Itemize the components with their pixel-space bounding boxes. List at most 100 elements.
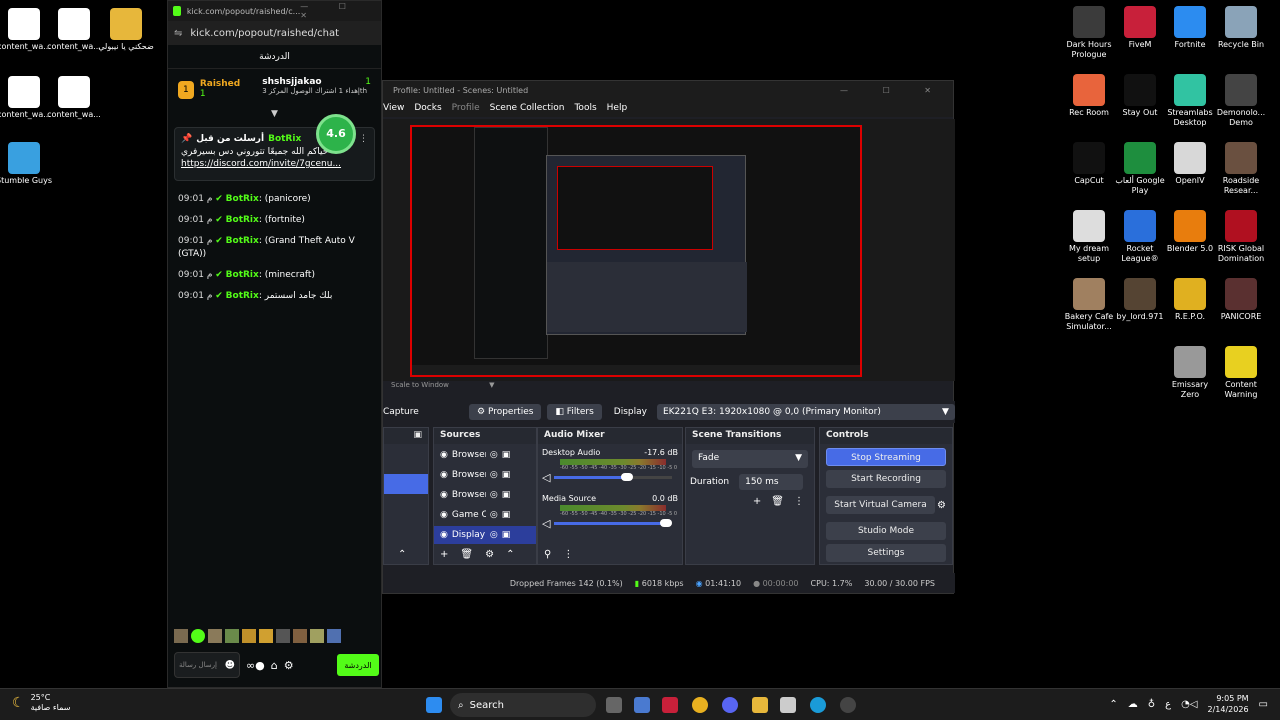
- add-source-icon[interactable]: +: [440, 549, 448, 560]
- scale-dropdown[interactable]: Scale to Window ▼: [391, 381, 495, 389]
- emote-icon[interactable]: [225, 629, 239, 643]
- desktop-icon[interactable]: PANICORE: [1213, 278, 1269, 322]
- link-icon[interactable]: ⚲: [544, 549, 551, 560]
- gear-icon[interactable]: ⚙: [485, 549, 494, 560]
- gear-icon[interactable]: ⚙: [937, 500, 946, 511]
- top-user-name[interactable]: Raished: [200, 79, 240, 89]
- trash-icon[interactable]: 🗑: [460, 549, 473, 560]
- chrome-icon[interactable]: [692, 697, 708, 713]
- preview-canvas[interactable]: [410, 125, 862, 377]
- desktop-icon[interactable]: RISK Global Domination: [1213, 210, 1269, 264]
- source-item[interactable]: ◉ Browser ◎ ▣: [434, 466, 536, 484]
- desktop-icon[interactable]: by_lord.971: [1112, 278, 1168, 322]
- desktop-icon[interactable]: Bakery Cafe Simulator...: [1061, 278, 1117, 332]
- desktop-icon[interactable]: Rocket League®: [1112, 210, 1168, 264]
- task-view-icon[interactable]: [606, 697, 622, 713]
- volume-knob[interactable]: [621, 473, 634, 481]
- message-sender[interactable]: BotRix: [226, 270, 259, 280]
- message-sender[interactable]: BotRix: [226, 194, 259, 204]
- more-options-icon[interactable]: ⋮: [359, 134, 368, 144]
- gear-icon[interactable]: ⚙: [284, 659, 294, 672]
- scenes-up-icon[interactable]: ⌃: [398, 549, 406, 560]
- desktop-icon[interactable]: R.E.P.O.: [1162, 278, 1218, 322]
- menu-item-view[interactable]: View: [383, 103, 404, 113]
- emote-icon[interactable]: [276, 629, 290, 643]
- more-icon[interactable]: ⋮: [563, 549, 573, 560]
- scene-item-selected[interactable]: [384, 474, 428, 494]
- desktop-icon[interactable]: Stumble Guys: [0, 142, 52, 186]
- language-indicator[interactable]: ع: [1165, 699, 1171, 710]
- desktop-icon[interactable]: Rec Room: [1061, 74, 1117, 118]
- menu-item-help[interactable]: Help: [607, 103, 628, 113]
- network-icon[interactable]: ☁: [1128, 699, 1138, 710]
- emoji-icon[interactable]: ☻: [225, 660, 235, 671]
- second-user-name[interactable]: shshsjjakao: [262, 77, 321, 87]
- desktop-icon[interactable]: OpenIV: [1162, 142, 1218, 186]
- eye-icon[interactable]: ◎: [490, 510, 498, 520]
- discord-icon[interactable]: [722, 697, 738, 713]
- display-select[interactable]: EK221Q E3: 1920x1080 @ 0,0 (Primary Moni…: [656, 404, 955, 420]
- windows-start-icon[interactable]: [426, 697, 442, 713]
- message-sender[interactable]: BotRix: [226, 215, 259, 225]
- message-sender[interactable]: BotRix: [226, 236, 259, 246]
- source-item[interactable]: ◉ Browser ◎ ▣: [434, 486, 536, 504]
- lock-icon[interactable]: ▣: [502, 470, 511, 480]
- mic-icon[interactable]: ♁: [1148, 699, 1155, 710]
- desktop-icon[interactable]: ضحكني يا نيبولي: [98, 8, 154, 52]
- up-icon[interactable]: ⌃: [506, 549, 514, 560]
- eye-icon[interactable]: ◎: [490, 530, 498, 540]
- desktop-icon[interactable]: content_wa...: [0, 8, 52, 52]
- desktop-icon[interactable]: Stay Out: [1112, 74, 1168, 118]
- settings-button[interactable]: Settings: [826, 544, 946, 562]
- desktop-icon[interactable]: FiveM: [1112, 6, 1168, 50]
- desktop-icon[interactable]: Roadside Resear...: [1213, 142, 1269, 196]
- obs-preview[interactable]: Scale to Window ▼: [383, 119, 955, 389]
- site-info-icon[interactable]: ⇋: [174, 28, 182, 39]
- lock-icon[interactable]: ▣: [502, 530, 511, 540]
- obs-icon[interactable]: [840, 697, 856, 713]
- desktop-icon[interactable]: Demonolo... Demo: [1213, 74, 1269, 128]
- desktop-icon[interactable]: content_wa...: [0, 76, 52, 120]
- emote-icon[interactable]: [259, 629, 273, 643]
- trash-icon[interactable]: 🗑: [771, 496, 784, 507]
- menu-item-tools[interactable]: Tools: [574, 103, 596, 113]
- notification-icon[interactable]: ▭: [1259, 699, 1268, 710]
- eye-icon[interactable]: ◎: [490, 490, 498, 500]
- file-explorer-icon[interactable]: [752, 697, 768, 713]
- menu-item-scene-collection[interactable]: Scene Collection: [490, 103, 565, 113]
- speaker-icon[interactable]: ◁: [542, 471, 550, 484]
- lock-icon[interactable]: ▣: [502, 450, 511, 460]
- weather-widget[interactable]: ☾ 25°C سماء صافية: [12, 693, 70, 713]
- desktop-icon[interactable]: ألعاب Google Play: [1112, 142, 1168, 196]
- studio-mode-button[interactable]: Studio Mode: [826, 522, 946, 540]
- desktop-icon[interactable]: content_wa...: [46, 76, 102, 120]
- desktop-icon[interactable]: Blender 5.0: [1162, 210, 1218, 254]
- duration-input[interactable]: 150 ms: [739, 474, 804, 490]
- chat-input[interactable]: إرسال رسالة ☻: [174, 652, 240, 678]
- copilot-icon[interactable]: [634, 697, 650, 713]
- eye-icon[interactable]: ◎: [490, 470, 498, 480]
- send-chat-button[interactable]: الدردشة: [337, 654, 379, 676]
- volume-slider[interactable]: [554, 473, 672, 481]
- pinned-sender[interactable]: BotRix: [268, 134, 301, 144]
- transition-select[interactable]: Fade ▼: [692, 450, 808, 468]
- eye-icon[interactable]: ◎: [490, 450, 498, 460]
- add-transition-icon[interactable]: +: [753, 496, 761, 507]
- stop-streaming-button[interactable]: Stop Streaming: [826, 448, 946, 466]
- lock-icon[interactable]: ▣: [502, 510, 511, 520]
- fivem-icon[interactable]: [662, 697, 678, 713]
- window-controls[interactable]: — ☐ ✕: [300, 2, 376, 20]
- desktop-icon[interactable]: Content Warning: [1213, 346, 1269, 400]
- desktop-icon[interactable]: CapCut: [1061, 142, 1117, 186]
- collapse-icon[interactable]: ▼: [168, 109, 381, 119]
- desktop-icon[interactable]: Emissary Zero: [1162, 346, 1218, 400]
- wifi-volume-icon[interactable]: ◔◁: [1181, 699, 1197, 710]
- filters-button[interactable]: ◧ Filters: [547, 404, 602, 420]
- source-item[interactable]: ◉ Display ◎ ▣: [434, 526, 536, 544]
- desktop-icon[interactable]: content_wa...: [46, 8, 102, 52]
- volume-slider[interactable]: [554, 519, 673, 527]
- desktop-icon[interactable]: Streamlabs Desktop: [1162, 74, 1218, 128]
- start-virtual-camera-button[interactable]: Start Virtual Camera: [826, 496, 936, 514]
- emote-icon[interactable]: [327, 629, 341, 643]
- emote-icon[interactable]: [191, 629, 205, 643]
